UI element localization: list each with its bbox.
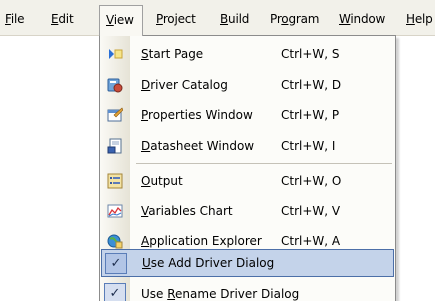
menu-item-label: Properties Window <box>141 108 253 122</box>
start-page-icon <box>109 49 123 59</box>
check-icon: ✓ <box>105 253 127 274</box>
menu-item-label: Output <box>141 174 183 188</box>
menu-build-label: uild <box>228 12 250 26</box>
menu-build[interactable]: Build <box>220 8 249 30</box>
view-menu-dropdown: Start Page Ctrl+W, S Driver Catalog Ctrl… <box>99 35 396 301</box>
menu-project-mnemonic: P <box>156 12 163 26</box>
properties-window-icon <box>107 107 123 122</box>
menu-program-label: gram <box>288 12 320 26</box>
datasheet-window-icon <box>107 138 122 154</box>
variables-chart-icon <box>107 204 123 218</box>
menu-file[interactable]: File <box>5 8 25 30</box>
menu-item-label: Driver Catalog <box>141 78 228 92</box>
output-icon <box>107 173 123 189</box>
menu-item-start-page[interactable]: Start Page Ctrl+W, S <box>100 39 395 69</box>
menu-edit-label: dit <box>58 12 74 26</box>
menu-item-use-add-driver-dialog[interactable]: ✓ Use Add Driver Dialog <box>101 249 394 277</box>
menu-item-label: Use Add Driver Dialog <box>142 256 275 270</box>
menu-view-mnemonic: V <box>106 13 114 27</box>
menu-item-shortcut: Ctrl+W, P <box>281 108 340 122</box>
menu-item-datasheet-window[interactable]: Datasheet Window Ctrl+W, I <box>100 131 395 161</box>
menu-item-label: Datasheet Window <box>141 139 255 153</box>
menu-item-properties-window[interactable]: Properties Window Ctrl+W, P <box>100 100 395 130</box>
application-window: File Edit View Project Build Program Win… <box>0 0 435 301</box>
menu-view[interactable]: View <box>99 5 143 36</box>
menu-item-shortcut: Ctrl+W, D <box>281 78 342 92</box>
menu-file-label: ile <box>10 12 25 26</box>
menu-item-label: Start Page <box>141 47 204 61</box>
menu-item-shortcut: Ctrl+W, S <box>281 47 340 61</box>
menu-item-output[interactable]: Output Ctrl+W, O <box>100 166 395 196</box>
menu-window[interactable]: Window <box>339 8 385 30</box>
menu-separator <box>136 163 392 164</box>
menu-program[interactable]: Program <box>270 8 319 30</box>
menu-item-label: Use Rename Driver Dialog <box>141 287 300 301</box>
menu-bar: File Edit View Project Build Program Win… <box>0 0 435 36</box>
menu-program-pre: Pr <box>270 12 282 26</box>
menu-view-label: iew <box>113 13 134 27</box>
menu-edit[interactable]: Edit <box>51 8 74 30</box>
menu-help[interactable]: Help <box>406 8 433 30</box>
menu-window-mnemonic: W <box>339 12 351 26</box>
driver-catalog-icon <box>107 78 123 93</box>
menu-help-mnemonic: H <box>406 12 415 26</box>
menu-project-label: roject <box>162 12 196 26</box>
menu-project[interactable]: Project <box>156 8 196 30</box>
menu-item-variables-chart[interactable]: Variables Chart Ctrl+W, V <box>100 196 395 226</box>
menu-item-shortcut: Ctrl+W, I <box>281 139 336 153</box>
menu-item-shortcut: Ctrl+W, V <box>281 204 341 218</box>
check-icon: ✓ <box>104 283 126 301</box>
menu-item-shortcut: Ctrl+W, O <box>281 174 342 188</box>
menu-item-label: Variables Chart <box>141 204 233 218</box>
menu-item-driver-catalog[interactable]: Driver Catalog Ctrl+W, D <box>100 70 395 100</box>
menu-help-label: elp <box>414 12 433 26</box>
menu-build-mnemonic: B <box>220 12 229 26</box>
menu-window-label: indow <box>350 12 386 26</box>
application-explorer-icon <box>107 234 123 249</box>
menu-item-use-rename-driver-dialog[interactable]: ✓ Use Rename Driver Dialog <box>100 279 395 301</box>
